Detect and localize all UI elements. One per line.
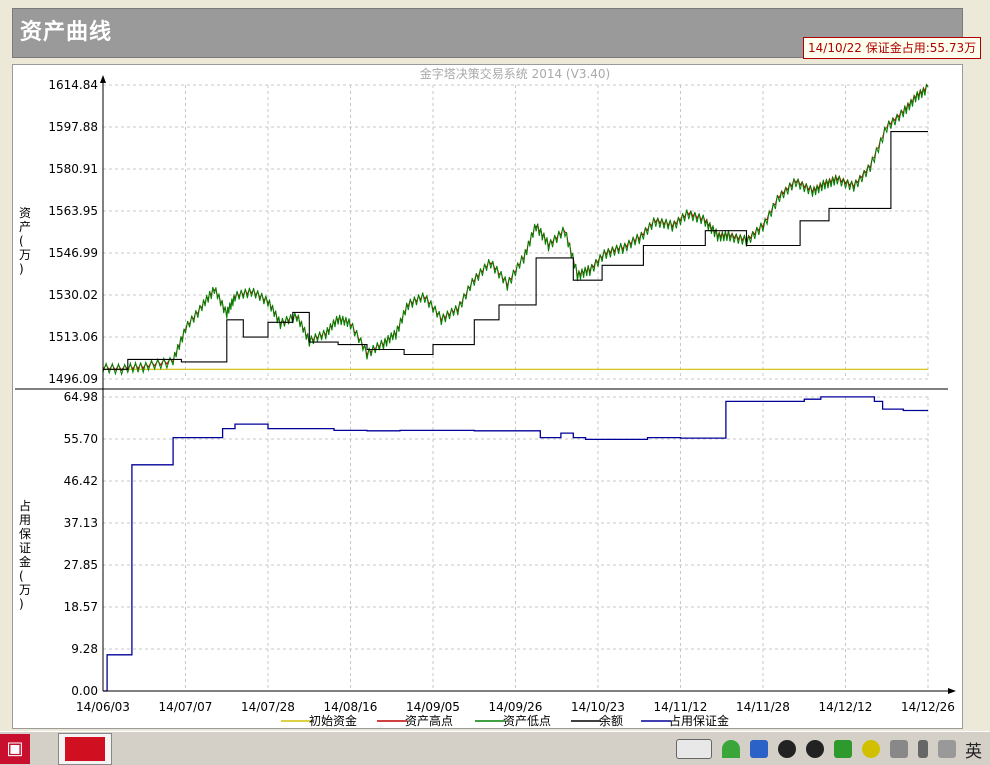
qq-penguin-icon[interactable] <box>778 740 796 758</box>
upper-y-tick-label: 1513.06 <box>48 330 98 344</box>
signal-icon[interactable] <box>938 740 956 758</box>
app-icon-2[interactable] <box>58 733 112 765</box>
axes <box>15 75 956 694</box>
upper-y-axis-label: 资产(万) <box>19 206 31 276</box>
lower-y-tick-label: 9.28 <box>71 642 98 656</box>
lower-y-tick-labels: 64.98 55.70 46.42 37.13 27.85 18.57 9.28 0.00 <box>64 390 98 698</box>
legend-label: 资产高点 <box>405 713 453 728</box>
battery-icon[interactable] <box>918 740 928 758</box>
legend-label: 资产低点 <box>503 714 551 728</box>
lower-y-tick-label: 37.13 <box>64 516 98 530</box>
x-tick-label: 14/08/16 <box>324 700 378 714</box>
upper-y-tick-label: 1614.84 <box>48 78 98 92</box>
lower-y-tick-label: 46.42 <box>64 474 98 488</box>
legend-label: 初始资金 <box>309 713 357 728</box>
legend-item: 资产高点 <box>377 713 453 728</box>
x-tick-label: 14/07/07 <box>159 700 213 714</box>
taskbar: ▣ 英 <box>0 731 990 765</box>
wifi-icon[interactable] <box>722 740 740 758</box>
upper-y-tick-label: 1546.99 <box>48 246 98 260</box>
x-tick-label: 14/09/05 <box>406 700 460 714</box>
legend-label: 余额 <box>599 713 623 728</box>
x-tick-label: 14/10/23 <box>571 700 625 714</box>
x-axis-arrow <box>948 688 956 694</box>
upper-y-tick-label: 1496.09 <box>48 372 98 386</box>
margin-usage-badge: 14/10/22 保证金占用:55.73万 <box>803 37 982 59</box>
legend: 初始资金 资产高点 资产低点 余额 占用保证金 <box>281 713 729 728</box>
x-tick-label: 14/12/12 <box>819 700 873 714</box>
equity-chart: 金字塔决策交易系统 2014 (V3.40) 1614.84 1597.88 158… <box>15 66 956 728</box>
x-tick-label: 14/06/03 <box>76 700 130 714</box>
keyboard-icon[interactable] <box>676 739 712 759</box>
legend-item: 占用保证金 <box>641 713 729 728</box>
y-axis-labels: 资产(万) 占用保证金(万) <box>19 206 31 611</box>
lower-grid <box>102 396 929 692</box>
upper-y-tick-label: 1530.02 <box>48 288 98 302</box>
lower-y-tick-label: 27.85 <box>64 558 98 572</box>
title-bar: 资产曲线 14/10/22 保证金占用:55.73万 <box>12 8 982 59</box>
upper-y-tick-label: 1580.91 <box>48 162 98 176</box>
app-icon-1[interactable]: ▣ <box>0 734 30 764</box>
window-title: 资产曲线 <box>20 20 113 45</box>
x-tick-label: 14/12/26 <box>901 700 955 714</box>
x-tick-labels: 14/06/03 14/07/07 14/07/28 14/08/16 14/09/05… <box>76 700 955 714</box>
lower-y-tick-label: 55.70 <box>64 432 98 446</box>
x-tick-label: 14/07/28 <box>241 700 295 714</box>
y-axis-arrow <box>100 75 106 83</box>
legend-item: 资产低点 <box>475 714 551 728</box>
speaker-icon[interactable] <box>890 740 908 758</box>
x-tick-label: 14/09/26 <box>489 700 543 714</box>
chart-subtitle: 金字塔决策交易系统 2014 (V3.40) <box>420 66 610 81</box>
qq-penguin-icon-2[interactable] <box>806 740 824 758</box>
system-tray: 英 <box>671 734 990 764</box>
upper-y-tick-label: 1563.95 <box>48 204 98 218</box>
legend-label: 占用保证金 <box>669 713 729 728</box>
lower-y-tick-label: 0.00 <box>71 684 98 698</box>
network-icon[interactable] <box>750 740 768 758</box>
legend-item: 余额 <box>571 713 623 728</box>
x-tick-label: 14/11/12 <box>654 700 708 714</box>
legend-item: 初始资金 <box>281 713 357 728</box>
chart-panel: 金字塔决策交易系统 2014 (V3.40) 1614.84 1597.88 158… <box>12 64 963 729</box>
lower-y-tick-label: 18.57 <box>64 600 98 614</box>
shield-icon[interactable] <box>834 740 852 758</box>
upper-y-tick-labels: 1614.84 1597.88 1580.91 1563.95 1546.99 1530.… <box>48 78 98 386</box>
lower-y-tick-label: 64.98 <box>64 390 98 404</box>
input-method-indicator[interactable]: 英 <box>965 737 982 762</box>
plus-icon[interactable] <box>862 740 880 758</box>
upper-y-tick-label: 1597.88 <box>48 120 98 134</box>
lower-y-axis-label: 占用保证金(万) <box>19 498 31 611</box>
x-tick-label: 14/11/28 <box>736 700 790 714</box>
